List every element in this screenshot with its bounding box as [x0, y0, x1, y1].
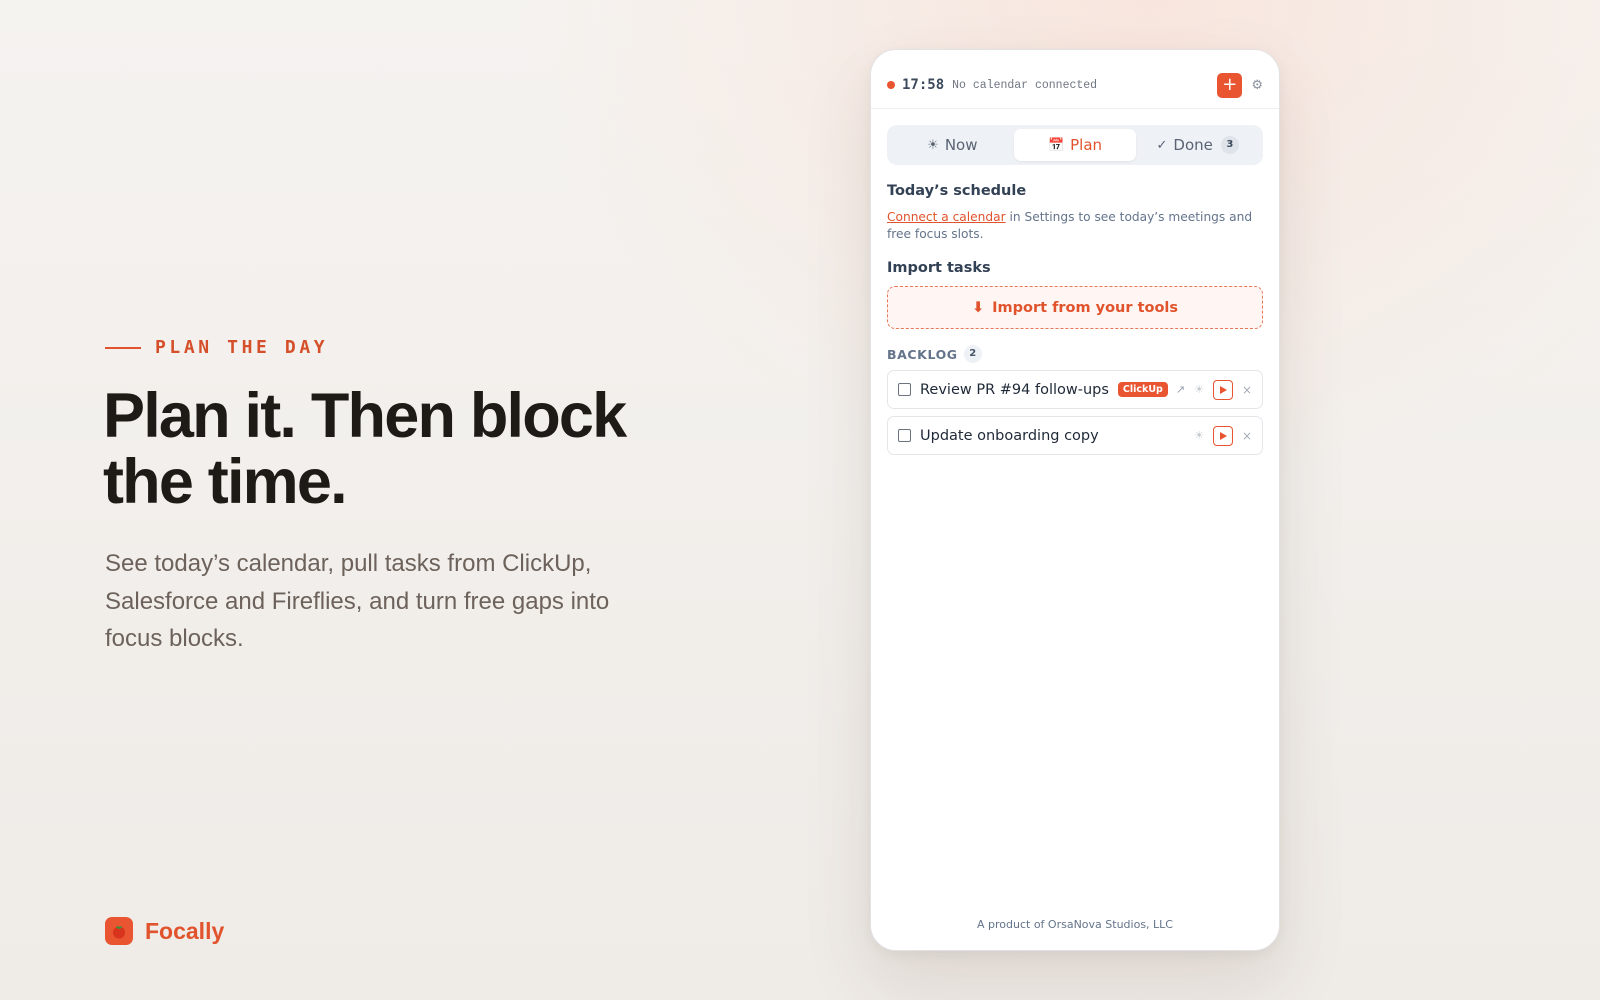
schedule-title: Today’s schedule: [887, 183, 1027, 199]
status-dot-icon: [887, 81, 895, 89]
hero-headline: Plan it. Then block the time.: [103, 381, 627, 517]
sun-icon: ☀: [927, 137, 939, 153]
tab-label: Done: [1173, 136, 1213, 154]
task-title: Review PR #94 follow-ups: [920, 381, 1109, 398]
backlog-title: BACKLOG: [887, 346, 958, 362]
play-icon: [1219, 431, 1227, 440]
download-icon: ⬇: [971, 299, 985, 316]
eyebrow-rule: [105, 346, 141, 349]
gear-icon[interactable]: ⚙: [1251, 78, 1263, 93]
task-title: Update onboarding copy: [920, 427, 1099, 444]
connect-calendar-link[interactable]: Connect a calendar: [887, 210, 1006, 224]
start-focus-button[interactable]: [1212, 379, 1233, 400]
backlog-header: BACKLOG 2: [887, 345, 1263, 363]
tab-label: Now: [944, 136, 978, 154]
add-task-button[interactable]: +: [1217, 72, 1243, 98]
import-button[interactable]: ⬇ Import from your tools: [887, 286, 1263, 329]
backlog-count-badge: 2: [963, 345, 982, 363]
tab-now[interactable]: ☀ Now: [891, 129, 1014, 161]
close-icon[interactable]: ×: [1242, 429, 1252, 443]
hero-subhead: See today’s calendar, pull tasks from Cl…: [105, 550, 610, 652]
task-checkbox[interactable]: [898, 429, 911, 442]
tab-label: Plan: [1070, 136, 1103, 154]
source-tag-badge: ClickUp: [1117, 382, 1168, 397]
check-icon: ✓: [1156, 137, 1168, 153]
play-icon: [1219, 385, 1227, 394]
tab-done[interactable]: ✓ Done 3: [1136, 129, 1259, 161]
done-count-badge: 3: [1220, 136, 1239, 154]
calendar-status: No calendar connected: [952, 78, 1098, 92]
footer-note: A product of OrsaNova Studios, LLC: [977, 918, 1173, 931]
view-tabs: ☀ Now 📅 Plan ✓ Done 3: [887, 125, 1263, 165]
topbar: 17:58 No calendar connected + ⚙: [871, 50, 1279, 109]
list-item: Update onboarding copy ☀ ×: [887, 416, 1263, 455]
external-link-icon[interactable]: ↗: [1176, 383, 1185, 396]
eyebrow: PLAN THE DAY: [105, 337, 328, 358]
sun-icon[interactable]: ☀: [1194, 383, 1204, 396]
eyebrow-text: PLAN THE DAY: [155, 337, 329, 358]
close-icon[interactable]: ×: [1242, 383, 1252, 397]
app-panel: 17:58 No calendar connected + ⚙ ☀ Now 📅 …: [870, 49, 1280, 951]
sun-icon[interactable]: ☀: [1194, 429, 1204, 442]
import-title: Import tasks: [887, 260, 991, 276]
brand: Focally: [105, 917, 224, 945]
start-focus-button[interactable]: [1212, 425, 1233, 446]
brand-name: Focally: [145, 917, 225, 944]
tab-plan[interactable]: 📅 Plan: [1013, 129, 1137, 161]
import-button-label: Import from your tools: [992, 299, 1179, 316]
calendar-icon: 📅: [1047, 137, 1065, 153]
current-time: 17:58: [902, 77, 945, 93]
task-checkbox[interactable]: [898, 383, 911, 396]
list-item: Review PR #94 follow-ups ClickUp ↗ ☀ ×: [887, 370, 1263, 409]
tomato-icon: [105, 917, 133, 945]
schedule-note: Connect a calendar in Settings to see to…: [887, 209, 1263, 242]
